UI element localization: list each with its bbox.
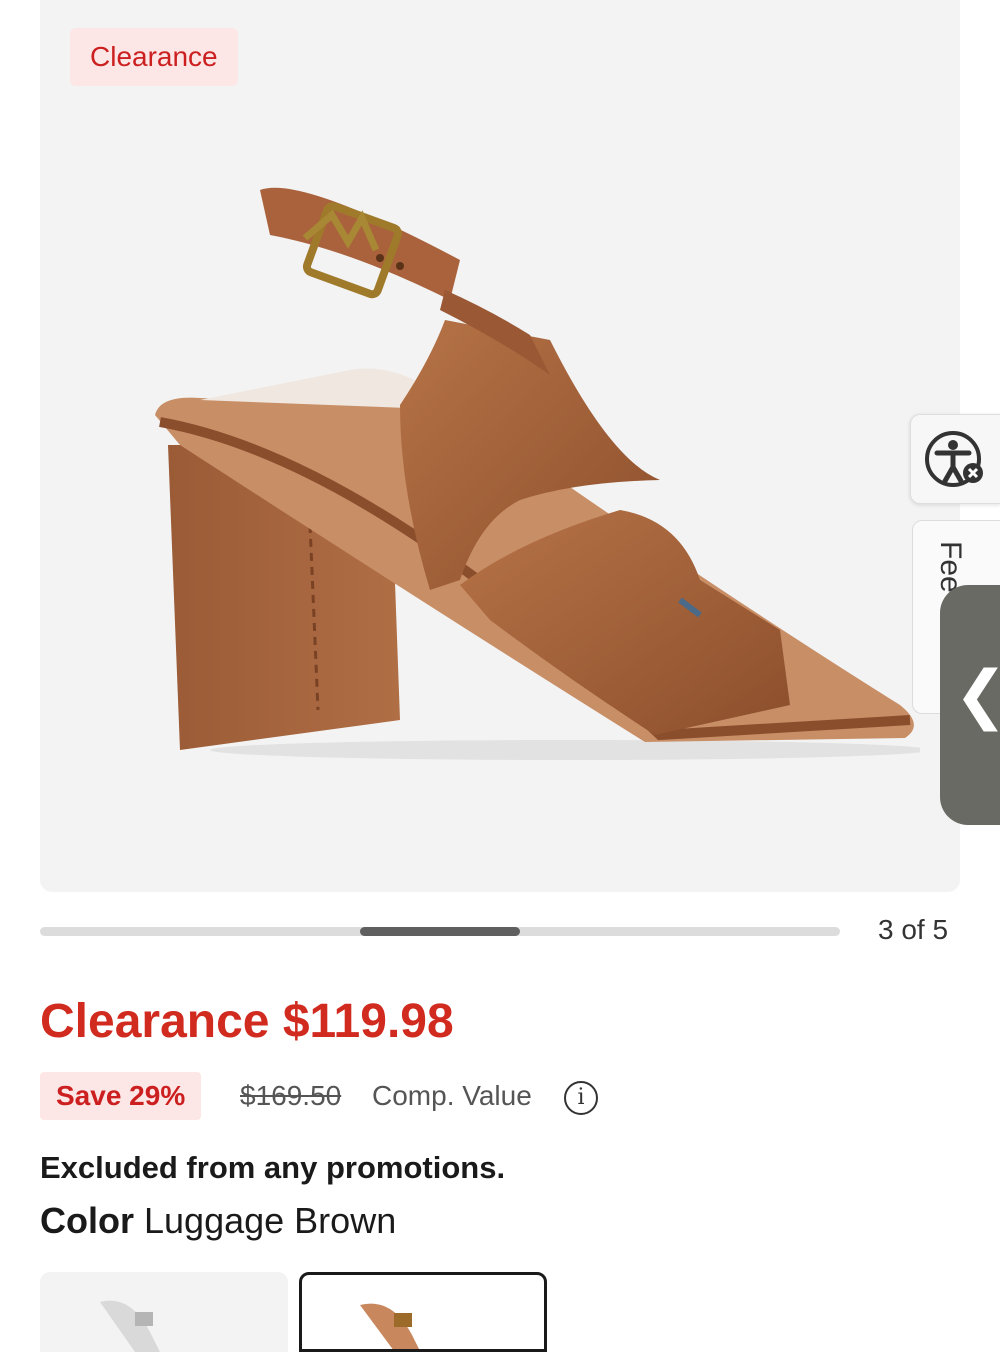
swatch-silver-image — [100, 1300, 160, 1352]
chevron-left-icon: ❮ — [954, 663, 1000, 727]
promotion-exclusion-note: Excluded from any promotions. — [40, 1150, 506, 1185]
clearance-price: Clearance $119.98 — [40, 995, 454, 1048]
comp-value-label: Comp. Value — [372, 1080, 532, 1111]
save-badge: Save 29% — [40, 1072, 202, 1120]
color-value: Luggage Brown — [144, 1200, 397, 1241]
color-swatch-silver[interactable] — [40, 1272, 288, 1352]
gallery-scrollbar[interactable] — [40, 927, 840, 936]
sandal-product-image[interactable] — [100, 160, 920, 780]
color-swatch-luggage-brown[interactable] — [299, 1272, 547, 1352]
color-row: Color Luggage Brown — [40, 1200, 396, 1242]
original-price: $169.50 — [240, 1080, 342, 1111]
accessibility-icon — [925, 431, 983, 487]
image-counter: 3 of 5 — [878, 914, 949, 945]
clearance-badge: Clearance — [70, 28, 238, 86]
info-icon[interactable]: i — [564, 1081, 598, 1115]
side-panel-handle[interactable]: ❮ — [940, 585, 1000, 825]
swatch-brown-image — [360, 1303, 419, 1349]
gallery-scrollbar-thumb[interactable] — [360, 927, 520, 936]
accessibility-button[interactable] — [910, 414, 1000, 504]
product-image-gallery[interactable]: Clearance — [40, 0, 960, 892]
color-label: Color — [40, 1200, 134, 1241]
